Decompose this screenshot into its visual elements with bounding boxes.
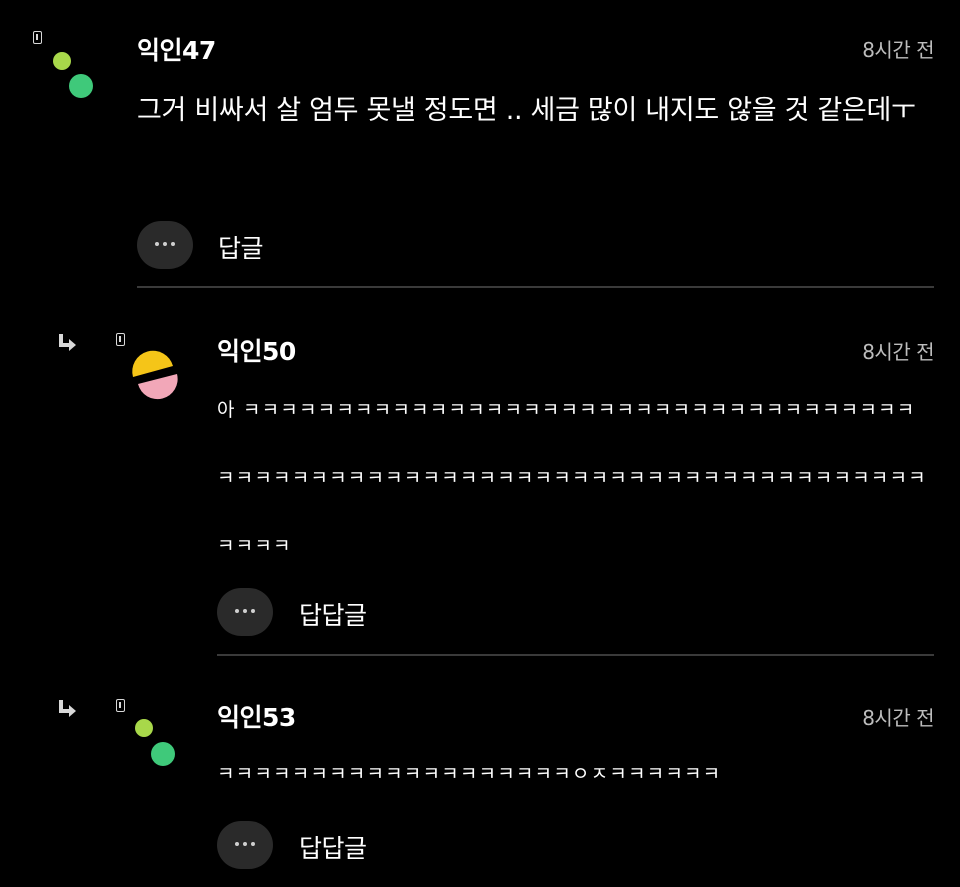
divider: [137, 286, 934, 288]
more-dots-icon: [217, 609, 273, 615]
nickname[interactable]: 익인50: [217, 332, 296, 368]
reply-arrow-icon: [59, 700, 76, 717]
timestamp: 8시간 전: [862, 38, 934, 62]
more-dots-icon: [137, 242, 193, 248]
comment-text: ㅋㅋㅋㅋㅋㅋㅋㅋㅋㅋㅋㅋㅋㅋㅋㅋㅋㅋㅋㅇㅈㅋㅋㅋㅋㅋㅋ: [217, 763, 722, 785]
more-options-button[interactable]: [137, 221, 193, 269]
timestamp: 8시간 전: [862, 706, 934, 730]
nickname[interactable]: 익인53: [217, 698, 296, 734]
phone-badge-icon: [116, 333, 125, 346]
half-circles-avatar-icon: [132, 350, 178, 400]
divider: [217, 654, 934, 656]
reply-item: 익인53 8시간 전 ㅋㅋㅋㅋㅋㅋㅋㅋㅋㅋㅋㅋㅋㅋㅋㅋㅋㅋㅋㅇㅈㅋㅋㅋㅋㅋㅋ 답…: [0, 658, 960, 887]
comment-text: 아 ㅋㅋㅋㅋㅋㅋㅋㅋㅋㅋㅋㅋㅋㅋㅋㅋㅋㅋㅋㅋㅋㅋㅋㅋㅋㅋㅋㅋㅋㅋㅋㅋㅋㅋㅋㅋㅋㅋ…: [217, 399, 927, 557]
comment-item: 익인47 8시간 전 그거 비싸서 살 엄두 못낼 정도면 .. 세금 많이 내…: [0, 0, 960, 290]
reply-button[interactable]: 답글: [218, 229, 264, 265]
reply-button[interactable]: 답답글: [299, 596, 367, 632]
reply-arrow-icon: [59, 334, 76, 351]
two-dots-avatar-icon: [135, 719, 175, 766]
reply-item: 익인50 8시간 전 아 ㅋㅋㅋㅋㅋㅋㅋㅋㅋㅋㅋㅋㅋㅋㅋㅋㅋㅋㅋㅋㅋㅋㅋㅋㅋㅋㅋ…: [0, 290, 960, 658]
two-dots-avatar-icon: [53, 52, 93, 98]
timestamp: 8시간 전: [862, 340, 934, 364]
more-options-button[interactable]: [217, 821, 273, 869]
comment-text: 그거 비싸서 살 엄두 못낼 정도면 .. 세금 많이 내지도 않을 것 같은데…: [137, 95, 916, 126]
reply-button[interactable]: 답답글: [299, 829, 367, 865]
phone-badge-icon: [33, 31, 42, 44]
more-dots-icon: [217, 842, 273, 848]
more-options-button[interactable]: [217, 588, 273, 636]
nickname[interactable]: 익인47: [137, 31, 216, 67]
comment-thread: { "colors": { "background": "#000000", "…: [0, 0, 960, 887]
